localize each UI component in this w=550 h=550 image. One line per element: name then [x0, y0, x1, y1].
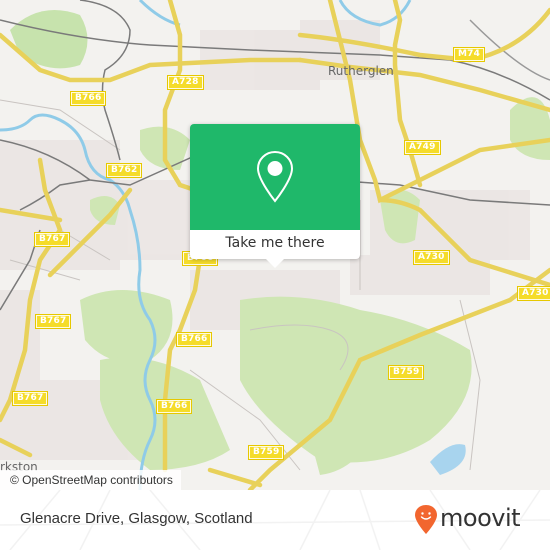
road-label-m74: M74: [452, 47, 486, 62]
road-label-b759: B759: [247, 445, 285, 460]
road-label-a730: A730: [413, 250, 450, 265]
footer-bar: Glenacre Drive, Glasgow, Scotland moovit: [0, 490, 550, 550]
road-label-a730: A730: [517, 286, 550, 301]
map-attribution[interactable]: © OpenStreetMap contributors: [0, 470, 181, 490]
map-view[interactable]: Rutherglen rkston A728 B766 B762 B767 B7…: [0, 0, 550, 490]
road-label-b766: B766: [69, 91, 107, 106]
road-label-a749: A749: [404, 140, 441, 155]
road-label-b766: B766: [175, 332, 213, 347]
place-label-rutherglen: Rutherglen: [328, 64, 394, 78]
popup-pointer: [266, 259, 284, 268]
location-title: Glenacre Drive, Glasgow, Scotland: [20, 510, 253, 527]
moovit-pin-icon: [415, 505, 437, 534]
road-label-b762: B762: [105, 163, 143, 178]
road-label-b767: B767: [33, 232, 71, 247]
road-label-b767: B767: [11, 391, 49, 406]
popup-header[interactable]: [190, 124, 360, 230]
road-label-a728: A728: [167, 75, 204, 90]
moovit-wordmark: moovit: [440, 504, 521, 532]
location-popup: Take me there: [190, 124, 360, 268]
road-label-b759: B759: [387, 365, 425, 380]
road-label-b766: B766: [155, 399, 193, 414]
road-label-b767: B767: [34, 314, 72, 329]
take-me-there-button[interactable]: Take me there: [190, 230, 360, 259]
map-pin-icon: [256, 150, 294, 203]
